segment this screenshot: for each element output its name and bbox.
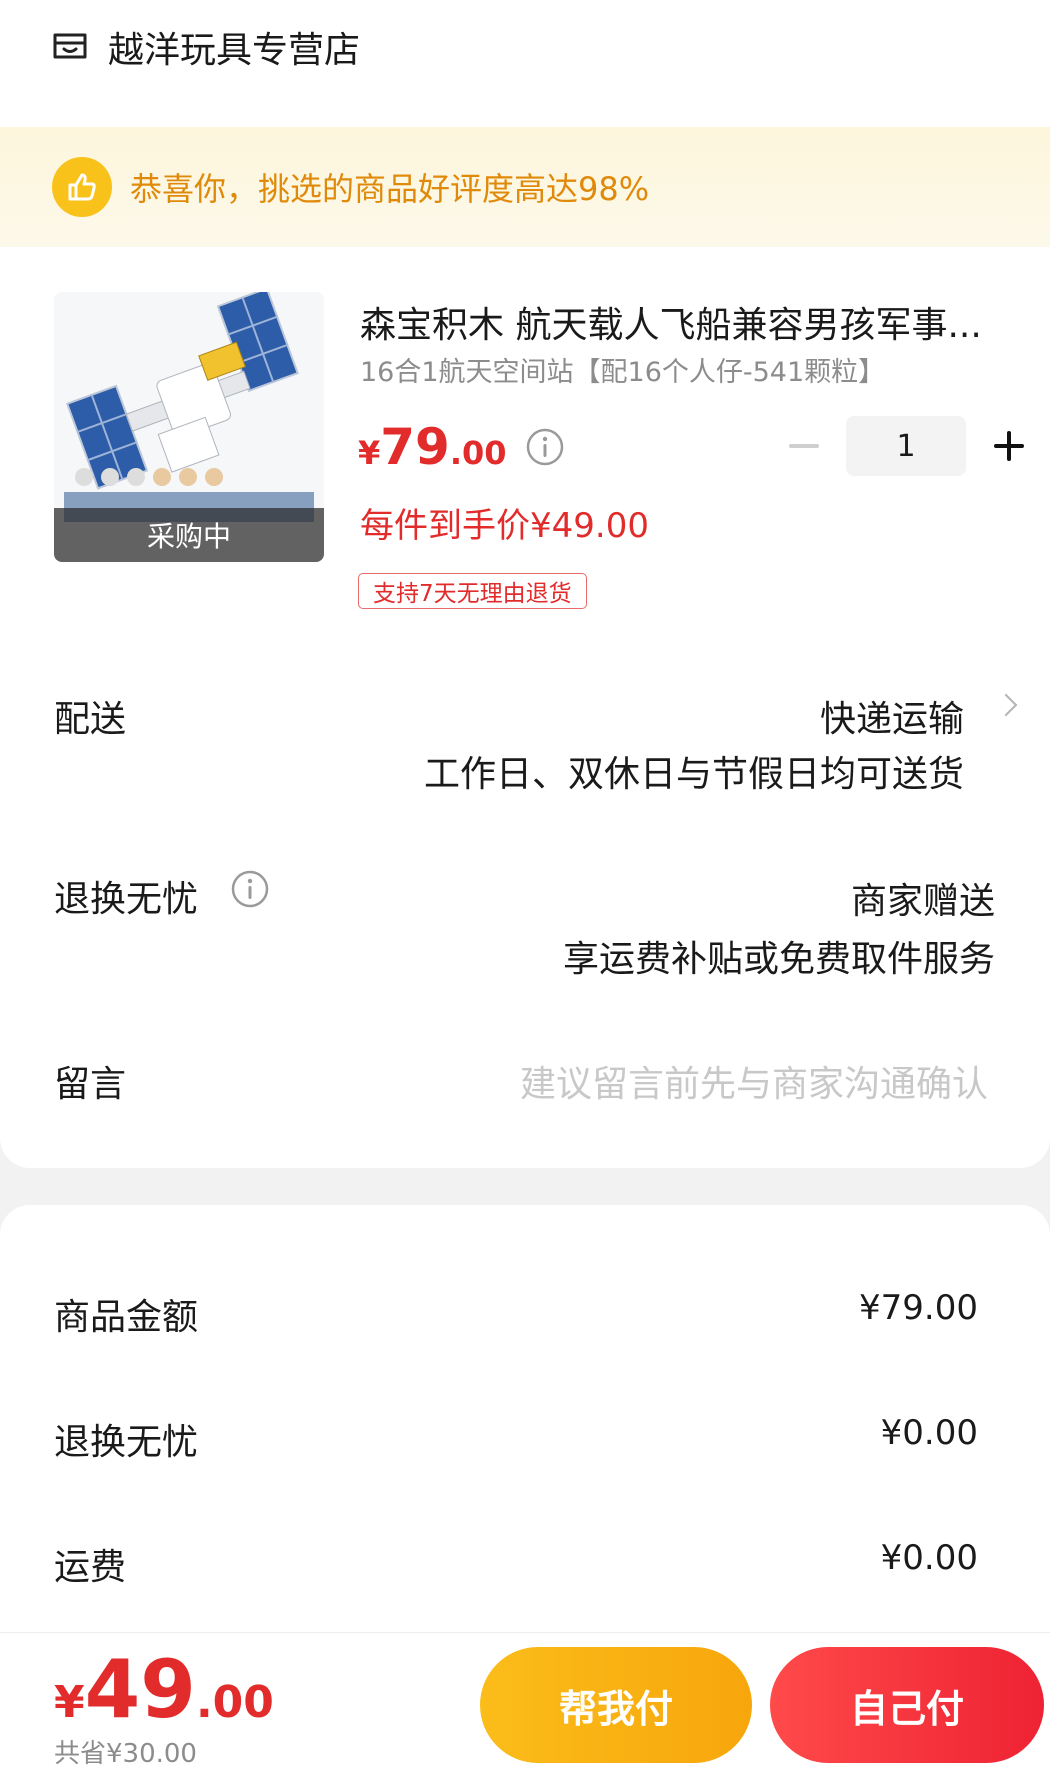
product-price: ¥ 79 .00 xyxy=(358,418,565,476)
summary-value: ¥0.00 xyxy=(880,1413,978,1453)
price-info-icon[interactable] xyxy=(525,427,565,467)
checkout-bar: ¥ 49 .00 共省¥30.00 帮我付 自己付 xyxy=(0,1632,1050,1778)
delivery-note: 工作日、双休日与节假日均可送货 xyxy=(423,754,964,795)
summary-label: 运费 xyxy=(54,1547,127,1588)
banner-text: 恭喜你，挑选的商品好评度高达98% xyxy=(130,170,650,208)
store-name: 越洋玩具专营店 xyxy=(108,30,361,71)
net-price: 每件到手价¥49.00 xyxy=(360,506,649,546)
chevron-right-icon[interactable] xyxy=(994,693,1018,717)
price-summary-card: 商品金额 ¥79.00 退换无忧 ¥0.00 运费 ¥0.00 xyxy=(0,1205,1050,1705)
delivery-label: 配送 xyxy=(54,699,127,740)
price-integer: 79 xyxy=(380,418,450,476)
product-spec[interactable]: 16合1航天空间站【配16个人仔-541颗粒】 xyxy=(360,350,885,389)
message-label: 留言 xyxy=(54,1064,127,1105)
return-policy-tag: 支持7天无理由退货 xyxy=(358,573,587,609)
decrease-quantity-button[interactable] xyxy=(784,416,824,476)
returns-note: 享运费补贴或免费取件服务 xyxy=(562,939,995,980)
total-price: ¥ 49 .00 xyxy=(54,1643,274,1736)
total-integer: 49 xyxy=(84,1643,196,1736)
price-currency: ¥ xyxy=(358,434,381,472)
image-status-label: 采购中 xyxy=(54,508,324,562)
quantity-stepper: 1 xyxy=(784,416,1028,476)
thumbs-up-icon xyxy=(52,157,112,217)
summary-label: 商品金额 xyxy=(54,1297,199,1338)
returns-info-icon[interactable] xyxy=(230,869,270,909)
savings-text: 共省¥30.00 xyxy=(54,1739,197,1769)
help-pay-button[interactable]: 帮我付 xyxy=(480,1647,752,1763)
delivery-method[interactable]: 快递运输 xyxy=(820,690,964,742)
increase-quantity-button[interactable] xyxy=(988,416,1028,476)
rating-banner: 恭喜你，挑选的商品好评度高达98% xyxy=(0,127,1050,247)
returns-value: 商家赠送 xyxy=(850,881,995,922)
order-card: 越洋玩具专营店 恭喜你，挑选的商品好评度高达98% 采购中 森宝积木 航天载人飞… xyxy=(0,0,1050,1168)
store-header[interactable]: 越洋玩具专营店 xyxy=(50,22,360,72)
summary-label: 退换无忧 xyxy=(54,1422,199,1463)
returns-label: 退换无忧 xyxy=(54,879,199,920)
product-image[interactable]: 采购中 xyxy=(54,292,324,562)
quantity-value[interactable]: 1 xyxy=(846,416,966,476)
store-icon xyxy=(53,33,87,59)
summary-value: ¥79.00 xyxy=(859,1288,978,1328)
message-input[interactable]: 建议留言前先与商家沟通确认 xyxy=(520,1055,988,1107)
total-decimal: .00 xyxy=(195,1677,274,1728)
self-pay-button[interactable]: 自己付 xyxy=(770,1647,1044,1763)
price-decimal: .00 xyxy=(449,434,507,472)
summary-value: ¥0.00 xyxy=(880,1538,978,1578)
product-title[interactable]: 森宝积木 航天载人飞船兼容男孩军事... xyxy=(360,296,1020,348)
total-currency: ¥ xyxy=(54,1677,85,1728)
